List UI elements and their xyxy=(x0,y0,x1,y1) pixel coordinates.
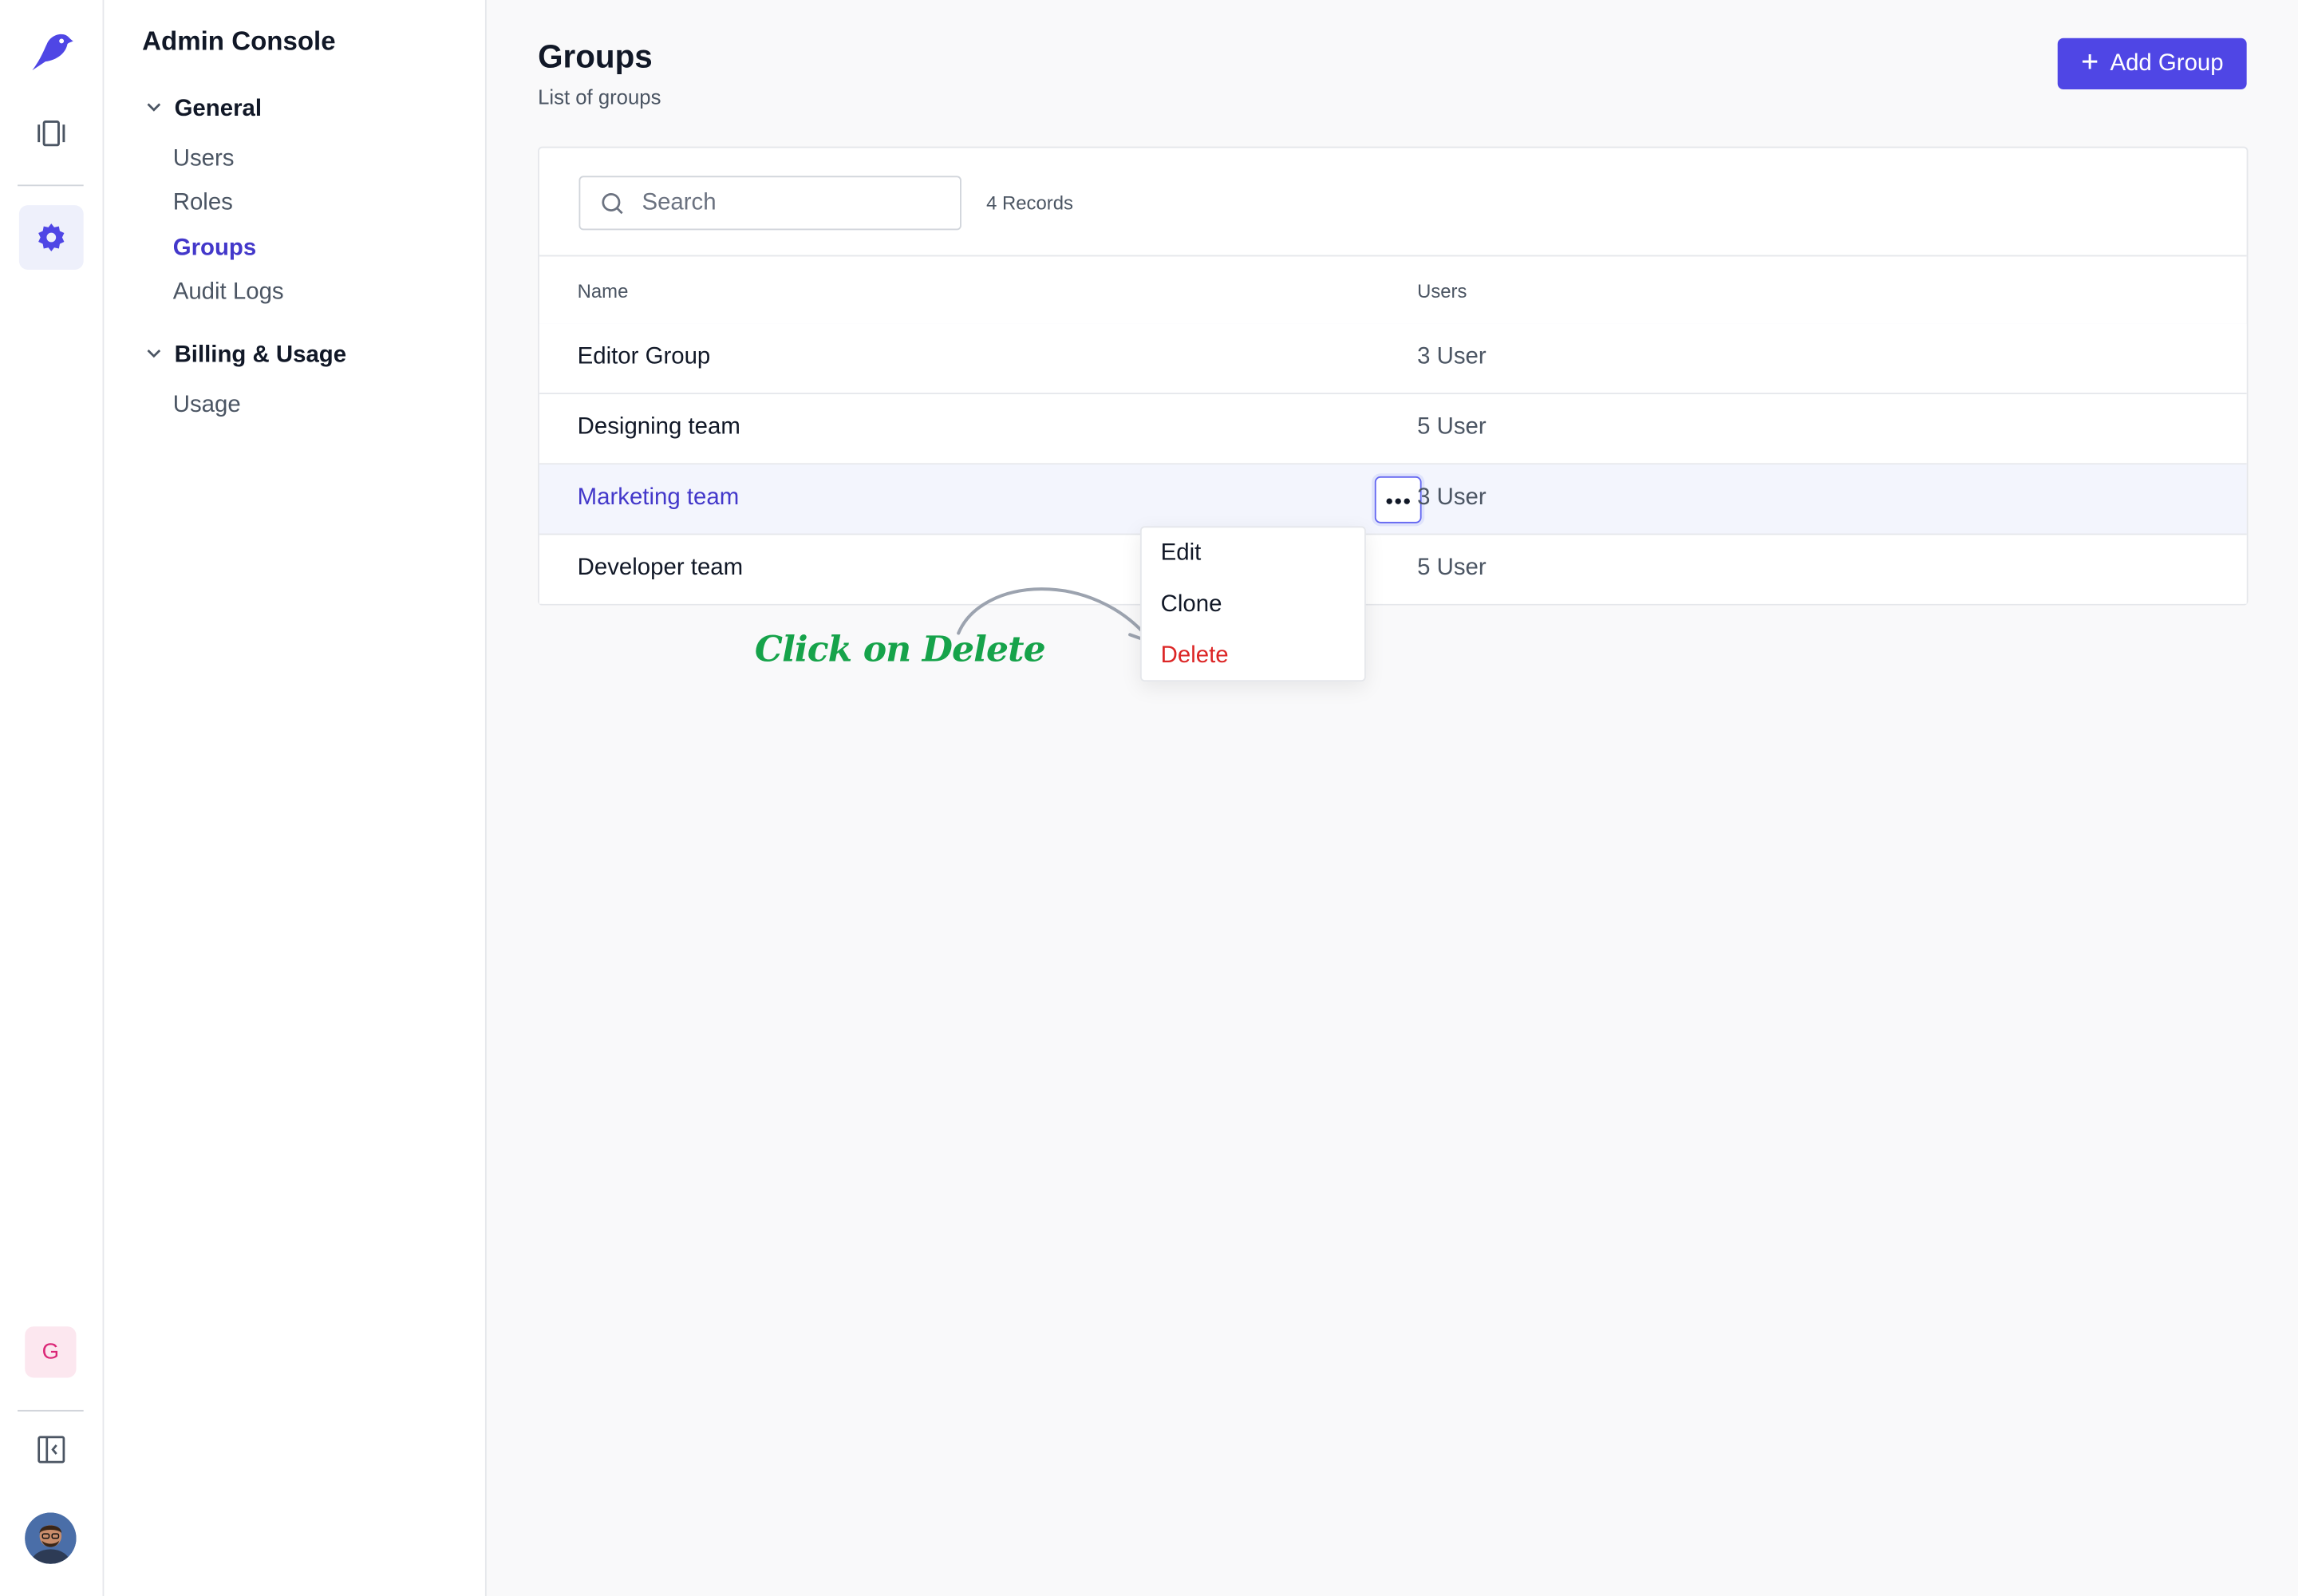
records-count: 4 Records xyxy=(986,192,1073,215)
groups-table-card: 4 Records Name Users Editor Group 3 User… xyxy=(538,146,2249,606)
search-icon xyxy=(601,192,624,215)
sidebar-item-users[interactable]: Users xyxy=(173,147,235,173)
table-row[interactable]: Developer team 5 User xyxy=(539,535,2247,604)
group-users: 5 User xyxy=(1417,555,1487,581)
row-actions-menu: Edit Clone Delete xyxy=(1139,526,1366,682)
column-header-users[interactable]: Users xyxy=(1417,280,1467,302)
table-row[interactable]: Editor Group 3 User xyxy=(539,323,2247,395)
add-group-button[interactable]: Add Group xyxy=(2057,38,2247,90)
section-billing-label: Billing & Usage xyxy=(174,342,347,369)
group-name[interactable]: Editor Group xyxy=(578,345,711,371)
menu-item-clone[interactable]: Clone xyxy=(1161,592,1222,618)
menu-item-delete[interactable]: Delete xyxy=(1161,643,1229,670)
section-general-label: General xyxy=(174,97,263,122)
page-title: Groups xyxy=(538,38,653,75)
group-users: 5 User xyxy=(1417,414,1487,440)
table-row[interactable]: Marketing team 3 User xyxy=(539,464,2247,535)
group-users: 3 User xyxy=(1417,344,1487,369)
sidebar-item-groups[interactable]: Groups xyxy=(173,236,256,263)
logo-bird-icon[interactable] xyxy=(26,26,76,76)
board-icon[interactable] xyxy=(19,101,84,166)
search-input[interactable] xyxy=(638,188,938,218)
admin-sidebar: Admin Console General Users Roles Groups… xyxy=(104,0,487,1596)
collapse-sidebar-icon[interactable] xyxy=(19,1417,84,1482)
user-avatar[interactable] xyxy=(25,1512,77,1564)
rail-divider xyxy=(18,184,84,187)
group-name[interactable]: Designing team xyxy=(578,415,740,441)
settings-icon[interactable] xyxy=(18,205,84,270)
search-box[interactable] xyxy=(578,176,961,231)
column-header-name[interactable]: Name xyxy=(578,280,629,302)
table-row[interactable]: Designing team 5 User xyxy=(539,394,2247,465)
plus-icon xyxy=(2081,50,2099,77)
add-group-label: Add Group xyxy=(2110,50,2224,76)
page-subtitle: List of groups xyxy=(538,85,661,109)
more-horizontal-icon xyxy=(1385,487,1412,513)
group-name[interactable]: Marketing team xyxy=(578,485,740,512)
sidebar-title: Admin Console xyxy=(142,26,336,56)
table-header: Name Users xyxy=(539,255,2247,326)
section-billing[interactable]: Billing & Usage xyxy=(145,343,346,369)
icon-rail: G xyxy=(0,0,105,1596)
chevron-down-icon xyxy=(145,97,163,123)
annotation-arrow-icon xyxy=(953,575,1165,670)
group-name[interactable]: Developer team xyxy=(578,555,743,582)
sidebar-item-roles[interactable]: Roles xyxy=(173,191,233,217)
group-users: 3 User xyxy=(1417,484,1487,511)
sidebar-item-usage[interactable]: Usage xyxy=(173,393,241,419)
menu-item-edit[interactable]: Edit xyxy=(1161,541,1202,567)
section-general[interactable]: General xyxy=(145,97,262,123)
sidebar-item-audit-logs[interactable]: Audit Logs xyxy=(173,280,284,306)
main-content: Groups List of groups Add Group 4 Record… xyxy=(487,0,2298,1596)
workspace-badge[interactable]: G xyxy=(25,1326,77,1378)
row-actions-button[interactable] xyxy=(1374,476,1422,523)
rail-divider-bottom xyxy=(18,1409,84,1412)
chevron-down-icon xyxy=(145,343,163,369)
